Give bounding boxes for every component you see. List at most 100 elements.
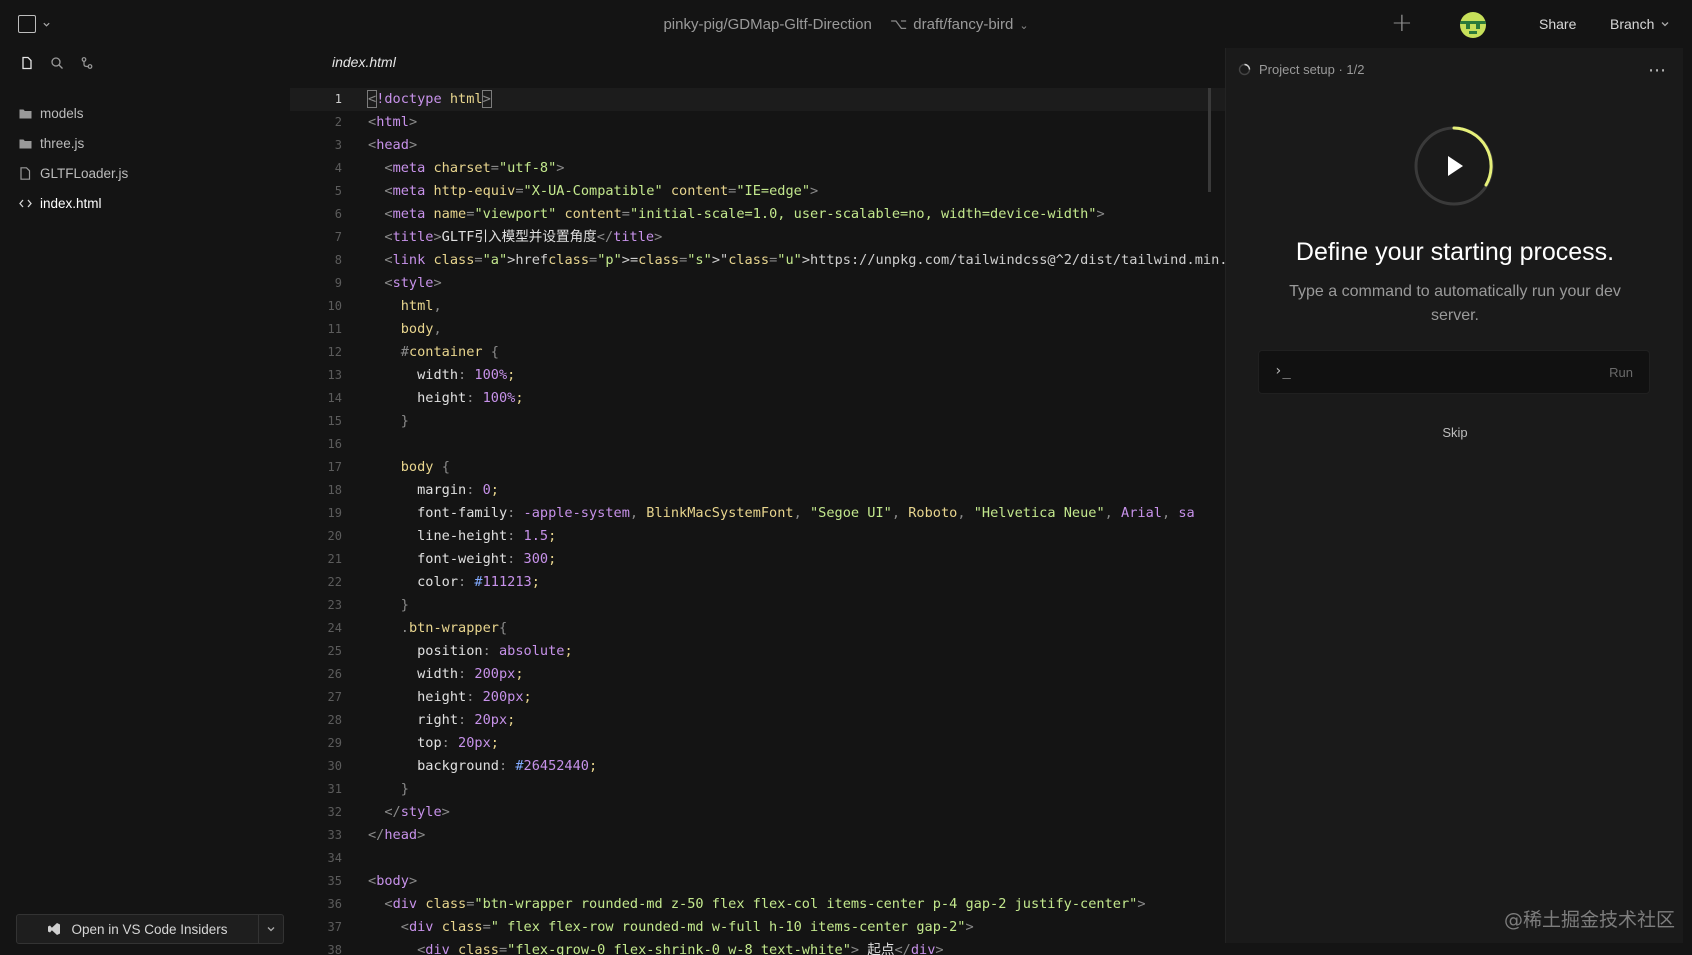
- code-text[interactable]: <meta name="viewport" content="initial-s…: [368, 203, 1104, 226]
- code-line[interactable]: 21 font-weight: 300;: [290, 548, 1225, 571]
- code-line[interactable]: 26 width: 200px;: [290, 663, 1225, 686]
- code-line[interactable]: 19 font-family: -apple-system, BlinkMacS…: [290, 502, 1225, 525]
- code-line[interactable]: 17 body {: [290, 456, 1225, 479]
- code-line[interactable]: 8 <link class="a">hrefclass="p">=class="…: [290, 249, 1225, 272]
- code-text[interactable]: body,: [368, 318, 442, 341]
- chevron-down-icon[interactable]: [259, 915, 283, 943]
- code-text[interactable]: <!doctype html>: [366, 88, 492, 111]
- source-control-icon[interactable]: [80, 56, 94, 70]
- add-icon[interactable]: +: [1391, 10, 1413, 36]
- code-text[interactable]: font-weight: 300;: [368, 548, 556, 571]
- editor-scrollbar[interactable]: [1208, 88, 1211, 192]
- code-line[interactable]: 14 height: 100%;: [290, 387, 1225, 410]
- code-line[interactable]: 2 <html>: [290, 111, 1225, 134]
- code-line[interactable]: 30 background: #26452440;: [290, 755, 1225, 778]
- code-text[interactable]: <body>: [368, 870, 417, 893]
- code-text[interactable]: <head>: [368, 134, 417, 157]
- code-line[interactable]: 34: [290, 847, 1225, 870]
- code-text[interactable]: }: [368, 594, 409, 617]
- code-text[interactable]: <style>: [368, 272, 441, 295]
- code-text[interactable]: <title>GLTF引入模型并设置角度</title>: [368, 226, 662, 249]
- run-button[interactable]: Run: [1609, 365, 1633, 380]
- code-line[interactable]: 10 html,: [290, 295, 1225, 318]
- code-line[interactable]: 18 margin: 0;: [290, 479, 1225, 502]
- code-text[interactable]: body {: [368, 456, 450, 479]
- code-line[interactable]: 36 <div class="btn-wrapper rounded-md z-…: [290, 893, 1225, 916]
- play-progress-icon[interactable]: [1411, 123, 1497, 209]
- search-icon[interactable]: [50, 56, 64, 70]
- code-line[interactable]: 33 </head>: [290, 824, 1225, 847]
- tree-item-gltfloader[interactable]: GLTFLoader.js: [18, 158, 278, 188]
- code-text[interactable]: .btn-wrapper{: [368, 617, 507, 640]
- app-menu-button[interactable]: [18, 15, 51, 33]
- code-text[interactable]: line-height: 1.5;: [368, 525, 556, 548]
- code-line[interactable]: 31 }: [290, 778, 1225, 801]
- code-text[interactable]: }: [368, 778, 409, 801]
- share-button[interactable]: Share: [1539, 16, 1576, 32]
- code-text[interactable]: position: absolute;: [368, 640, 573, 663]
- avatar[interactable]: [1460, 12, 1486, 38]
- code-text[interactable]: <div class="flex-grow-0 flex-shrink-0 w-…: [368, 939, 943, 955]
- code-line[interactable]: 25 position: absolute;: [290, 640, 1225, 663]
- code-text[interactable]: margin: 0;: [368, 479, 499, 502]
- tree-item-models[interactable]: models: [18, 98, 278, 128]
- code-text[interactable]: <div class="btn-wrapper rounded-md z-50 …: [368, 893, 1145, 916]
- code-line[interactable]: 1 <!doctype html>: [290, 88, 1225, 111]
- code-text[interactable]: height: 200px;: [368, 686, 532, 709]
- skip-button[interactable]: Skip: [1226, 425, 1684, 440]
- open-in-vscode-button[interactable]: Open in VS Code Insiders: [16, 914, 284, 944]
- code-line[interactable]: 15 }: [290, 410, 1225, 433]
- code-line[interactable]: 37 <div class=" flex flex-row rounded-md…: [290, 916, 1225, 939]
- more-options-icon[interactable]: ⋯: [1648, 60, 1667, 81]
- tree-item-index-html[interactable]: index.html: [18, 188, 278, 218]
- code-line[interactable]: 27 height: 200px;: [290, 686, 1225, 709]
- code-text[interactable]: height: 100%;: [368, 387, 523, 410]
- command-field[interactable]: ›_ Run: [1258, 350, 1650, 394]
- code-text[interactable]: <meta http-equiv="X-UA-Compatible" conte…: [368, 180, 818, 203]
- code-line[interactable]: 22 color: #111213;: [290, 571, 1225, 594]
- code-text[interactable]: <meta charset="utf-8">: [368, 157, 564, 180]
- code-area[interactable]: 1 <!doctype html> 2 <html> 3 <head> 4 <meta ch…: [290, 88, 1225, 955]
- code-line[interactable]: 20 line-height: 1.5;: [290, 525, 1225, 548]
- code-text[interactable]: font-family: -apple-system, BlinkMacSyst…: [368, 502, 1195, 525]
- code-line[interactable]: 28 right: 20px;: [290, 709, 1225, 732]
- code-text[interactable]: top: 20px;: [368, 732, 499, 755]
- code-editor[interactable]: index.html 1 <!doctype html> 2 <html> 3 <head…: [290, 48, 1225, 955]
- code-line[interactable]: 12 #container {: [290, 341, 1225, 364]
- code-text[interactable]: right: 20px;: [368, 709, 515, 732]
- repo-name[interactable]: pinky-pig/GDMap-Gltf-Direction: [663, 16, 871, 33]
- chevron-down-icon[interactable]: ⌄: [1019, 19, 1028, 32]
- files-icon[interactable]: [20, 56, 34, 70]
- code-line[interactable]: 9 <style>: [290, 272, 1225, 295]
- code-text[interactable]: </style>: [368, 801, 449, 824]
- code-text[interactable]: width: 200px;: [368, 663, 523, 686]
- tree-item-threejs[interactable]: three.js: [18, 128, 278, 158]
- code-line[interactable]: 38 <div class="flex-grow-0 flex-shrink-0…: [290, 939, 1225, 955]
- code-line[interactable]: 24 .btn-wrapper{: [290, 617, 1225, 640]
- code-line[interactable]: 35 <body>: [290, 870, 1225, 893]
- code-text[interactable]: html,: [368, 295, 442, 318]
- command-input[interactable]: [1299, 359, 1579, 387]
- code-line[interactable]: 4 <meta charset="utf-8">: [290, 157, 1225, 180]
- code-text[interactable]: color: #111213;: [368, 571, 540, 594]
- branch-button[interactable]: Branch: [1610, 16, 1670, 32]
- code-line[interactable]: 5 <meta http-equiv="X-UA-Compatible" con…: [290, 180, 1225, 203]
- code-text[interactable]: </head>: [368, 824, 425, 847]
- code-text[interactable]: width: 100%;: [368, 364, 515, 387]
- code-line[interactable]: 3 <head>: [290, 134, 1225, 157]
- code-line[interactable]: 23 }: [290, 594, 1225, 617]
- branch-name[interactable]: draft/fancy-bird: [913, 16, 1013, 33]
- code-line[interactable]: 16: [290, 433, 1225, 456]
- code-line[interactable]: 7 <title>GLTF引入模型并设置角度</title>: [290, 226, 1225, 249]
- code-line[interactable]: 6 <meta name="viewport" content="initial…: [290, 203, 1225, 226]
- code-text[interactable]: <div class=" flex flex-row rounded-md w-…: [368, 916, 974, 939]
- code-line[interactable]: 29 top: 20px;: [290, 732, 1225, 755]
- code-text[interactable]: background: #26452440;: [368, 755, 597, 778]
- code-line[interactable]: 32 </style>: [290, 801, 1225, 824]
- code-text[interactable]: <link class="a">hrefclass="p">=class="s"…: [368, 249, 1225, 272]
- code-line[interactable]: 11 body,: [290, 318, 1225, 341]
- code-line[interactable]: 13 width: 100%;: [290, 364, 1225, 387]
- code-text[interactable]: #container {: [368, 341, 499, 364]
- code-text[interactable]: }: [368, 410, 409, 433]
- code-text[interactable]: <html>: [368, 111, 417, 134]
